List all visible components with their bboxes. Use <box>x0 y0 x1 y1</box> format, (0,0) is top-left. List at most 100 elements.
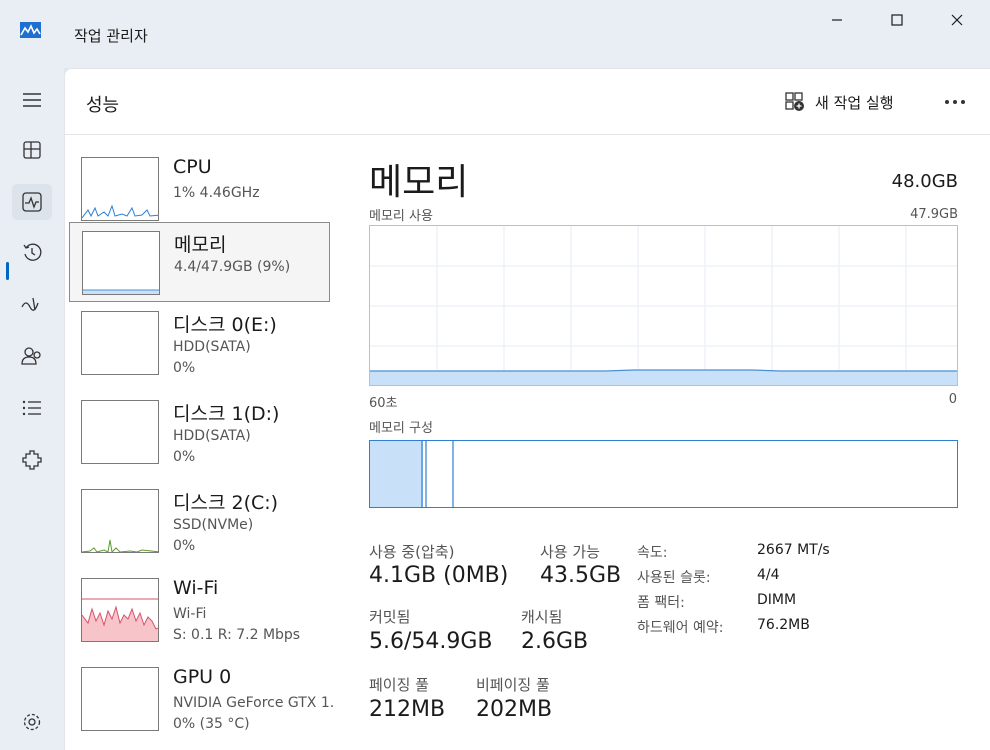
run-new-task-label: 새 작업 실행 <box>815 93 894 112</box>
form-factor-value: DIMM <box>757 592 797 608</box>
time-axis-start: 60초 <box>369 396 398 411</box>
run-new-task-button[interactable]: 새 작업 실행 <box>785 89 894 115</box>
nonpaged-pool-value: 202MB <box>476 697 553 722</box>
resource-memory[interactable]: 메모리 4.4/47.9GB (9%) <box>69 222 330 302</box>
main-panel: 성능 새 작업 실행 CPU 1% 4.46GHz 메모리 4.4/47.9GB… <box>64 68 990 750</box>
paged-pool-value: 212MB <box>369 697 446 722</box>
users-icon <box>21 347 41 365</box>
more-icon <box>945 100 965 104</box>
in-use-value: 4.1GB (0MB) <box>369 563 509 588</box>
resource-name: 디스크 0(E:) <box>173 314 277 336</box>
resource-cpu[interactable]: CPU 1% 4.46GHz <box>69 149 330 229</box>
resource-disk-1[interactable]: 디스크 1(D:) HDD(SATA) 0% <box>69 392 330 472</box>
close-icon <box>951 14 963 26</box>
resource-usage: 0% <box>173 538 196 554</box>
memory-composition-bar <box>369 440 958 508</box>
window-title: 작업 관리자 <box>74 27 148 45</box>
resource-detail: Wi-Fi <box>173 606 207 622</box>
disk2-sparkline <box>82 539 158 552</box>
memory-thumbnail <box>82 231 160 295</box>
paged-pool-label: 페이징 풀 <box>369 676 429 694</box>
active-indicator <box>6 262 9 280</box>
resource-disk-0[interactable]: 디스크 0(E:) HDD(SATA) 0% <box>69 303 330 383</box>
nav-services[interactable] <box>12 442 52 478</box>
resource-usage: 0% (35 °C) <box>173 716 250 732</box>
resource-disk-2[interactable]: 디스크 2(C:) SSD(NVMe) 0% <box>69 481 330 561</box>
nav-menu-button[interactable] <box>12 82 52 118</box>
composition-label: 메모리 구성 <box>369 421 433 436</box>
speed-value: 2667 MT/s <box>757 542 830 558</box>
speed-label: 속도: <box>637 545 668 561</box>
detail-title: 메모리 <box>369 162 469 203</box>
memory-usage-chart <box>370 226 957 385</box>
run-new-task-icon <box>785 92 804 111</box>
resource-detail: HDD(SATA) <box>173 339 251 355</box>
startup-apps-icon <box>21 297 39 311</box>
page-header: 성능 새 작업 실행 <box>65 69 990 135</box>
resource-detail: 4.4/47.9GB (9%) <box>174 259 291 275</box>
cached-label: 캐시됨 <box>521 608 563 626</box>
resource-usage: S: 0.1 R: 7.2 Mbps <box>173 627 301 643</box>
minimize-icon <box>832 19 842 21</box>
committed-value: 5.6/54.9GB <box>369 629 493 654</box>
memory-usage-graph <box>369 225 958 386</box>
resource-name: 디스크 2(C:) <box>173 492 279 514</box>
resource-detail: 1% 4.46GHz <box>173 185 260 201</box>
maximize-icon <box>891 14 903 26</box>
title-bar: 작업 관리자 <box>0 0 990 68</box>
nav-app-history[interactable] <box>12 234 52 270</box>
cached-value: 2.6GB <box>521 629 589 654</box>
nav-users[interactable] <box>12 338 52 374</box>
usage-graph-max: 47.9GB <box>910 207 958 222</box>
maximize-button[interactable] <box>874 8 920 32</box>
nonpaged-pool-label: 비페이징 풀 <box>476 676 550 694</box>
resource-detail: NVIDIA GeForce GTX 1. <box>173 695 335 711</box>
nav-details[interactable] <box>12 390 52 426</box>
slots-used-label: 사용된 슬롯: <box>637 570 711 586</box>
page-title: 성능 <box>86 95 120 116</box>
memory-composition-chart <box>370 441 454 507</box>
disk1-thumbnail <box>81 400 159 464</box>
resource-name: 메모리 <box>174 234 227 256</box>
more-options-button[interactable] <box>941 89 969 115</box>
disk0-thumbnail <box>81 311 159 375</box>
processes-icon <box>23 141 41 159</box>
memory-sparkline <box>83 289 159 294</box>
nav-startup-apps[interactable] <box>12 286 52 322</box>
performance-icon <box>22 192 42 212</box>
resource-gpu-0[interactable]: GPU 0 NVIDIA GeForce GTX 1. 0% (35 °C) <box>69 659 334 739</box>
hardware-reserved-label: 하드웨어 예약: <box>637 620 724 636</box>
available-value: 43.5GB <box>540 563 622 588</box>
menu-icon <box>23 93 41 107</box>
resource-name: GPU 0 <box>173 666 232 688</box>
resource-detail: SSD(NVMe) <box>173 517 254 533</box>
memory-total: 48.0GB <box>891 171 958 192</box>
memory-usage-area <box>370 370 957 385</box>
task-manager-app-icon <box>20 22 41 38</box>
cpu-sparkline <box>82 204 158 219</box>
close-button[interactable] <box>934 8 980 32</box>
wifi-sparkline <box>82 598 158 641</box>
resource-usage: 0% <box>173 449 196 465</box>
resource-name: CPU <box>173 156 212 178</box>
wifi-thumbnail <box>81 578 159 642</box>
available-label: 사용 가능 <box>540 543 600 561</box>
resource-detail: HDD(SATA) <box>173 428 251 444</box>
resource-wifi[interactable]: Wi-Fi Wi-Fi S: 0.1 R: 7.2 Mbps <box>69 570 330 650</box>
cpu-thumbnail <box>81 157 159 221</box>
nav-processes[interactable] <box>12 132 52 168</box>
usage-graph-label: 메모리 사용 <box>369 209 433 224</box>
nav-settings[interactable] <box>12 704 52 740</box>
services-icon <box>22 450 42 470</box>
resource-name: 디스크 1(D:) <box>173 403 280 425</box>
minimize-button[interactable] <box>814 8 860 32</box>
hardware-reserved-value: 76.2MB <box>757 617 810 633</box>
app-history-icon <box>23 243 42 261</box>
time-axis-end: 0 <box>948 392 957 407</box>
resource-usage: 0% <box>173 360 196 376</box>
gpu-thumbnail <box>81 667 159 731</box>
in-use-label: 사용 중(압축) <box>369 543 455 561</box>
details-icon <box>22 400 41 416</box>
nav-performance[interactable] <box>12 184 52 220</box>
disk2-thumbnail <box>81 489 159 553</box>
